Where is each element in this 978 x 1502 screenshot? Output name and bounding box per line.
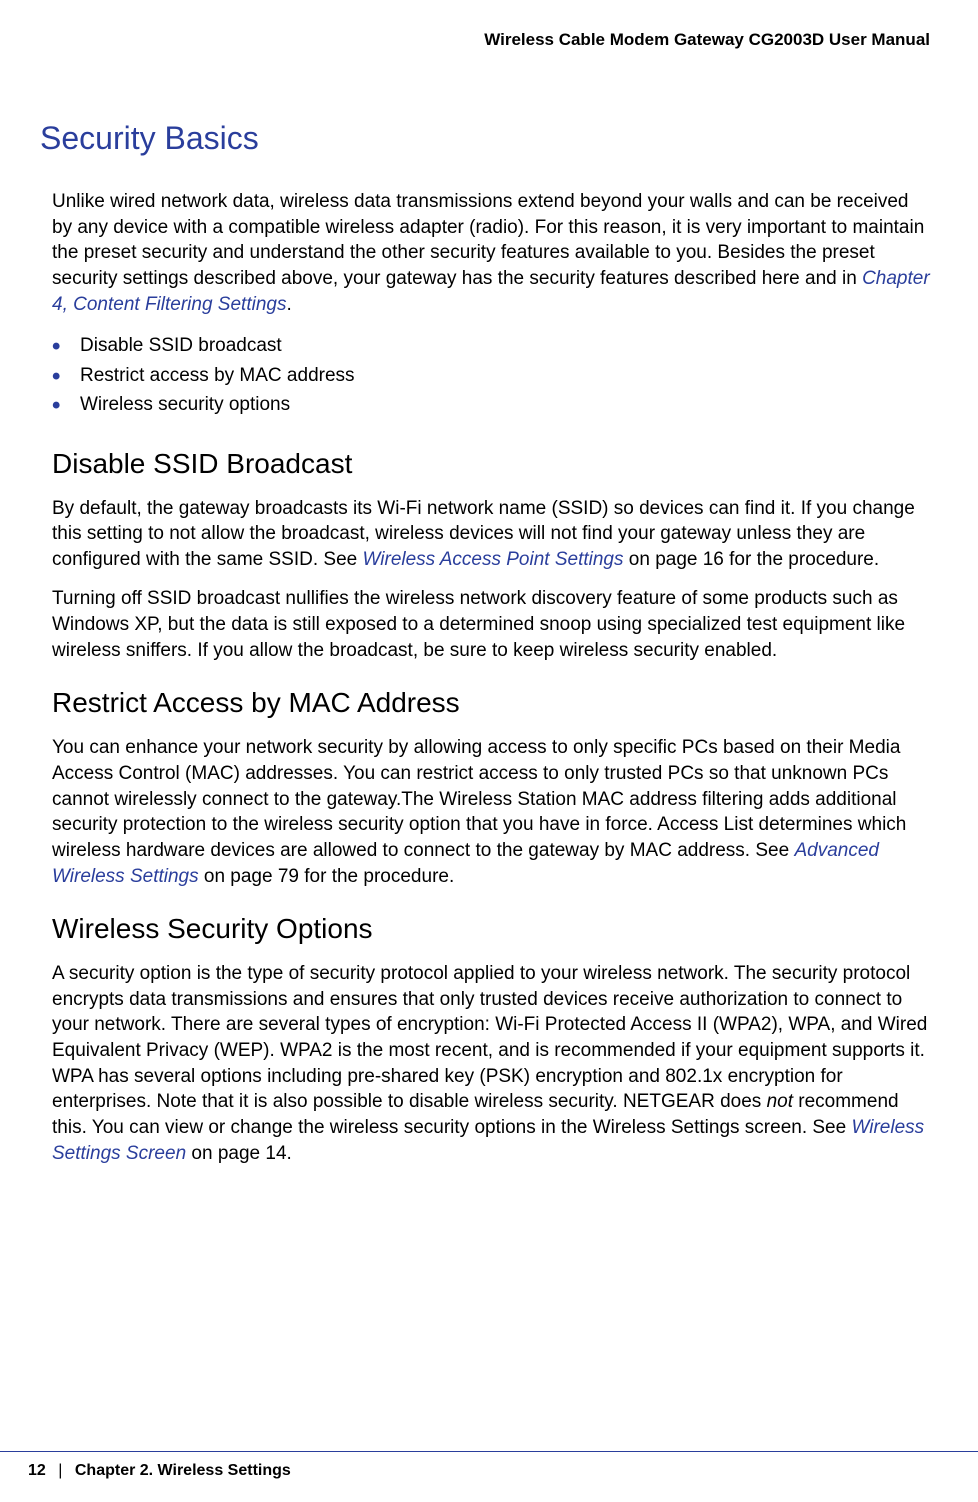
ssid-paragraph-2: Turning off SSID broadcast nullifies the… bbox=[40, 586, 938, 663]
feature-bullet-list: Disable SSID broadcast Restrict access b… bbox=[40, 331, 938, 419]
italic-not: not bbox=[767, 1091, 793, 1112]
text: on page 14. bbox=[186, 1143, 292, 1164]
page-title: Security Basics bbox=[40, 120, 938, 157]
intro-text-before: Unlike wired network data, wireless data… bbox=[52, 191, 924, 289]
doc-header-title: Wireless Cable Modem Gateway CG2003D Use… bbox=[40, 30, 938, 50]
heading-wireless-security: Wireless Security Options bbox=[52, 913, 938, 945]
text: on page 79 for the procedure. bbox=[199, 866, 455, 887]
mac-paragraph: You can enhance your network security by… bbox=[40, 735, 938, 889]
heading-restrict-mac: Restrict Access by MAC Address bbox=[52, 687, 938, 719]
list-item: Wireless security options bbox=[52, 390, 938, 419]
ssid-paragraph-1: By default, the gateway broadcasts its W… bbox=[40, 496, 938, 573]
link-wireless-ap-settings[interactable]: Wireless Access Point Settings bbox=[363, 549, 624, 570]
page-footer: 12 | Chapter 2. Wireless Settings bbox=[0, 1451, 978, 1480]
intro-paragraph: Unlike wired network data, wireless data… bbox=[40, 189, 938, 317]
security-paragraph: A security option is the type of securit… bbox=[40, 961, 938, 1166]
heading-disable-ssid: Disable SSID Broadcast bbox=[52, 448, 938, 480]
text: You can enhance your network security by… bbox=[52, 737, 906, 861]
footer-chapter: Chapter 2. Wireless Settings bbox=[75, 1462, 291, 1479]
footer-separator: | bbox=[58, 1462, 62, 1479]
text: on page 16 for the procedure. bbox=[624, 549, 880, 570]
list-item: Restrict access by MAC address bbox=[52, 361, 938, 390]
list-item: Disable SSID broadcast bbox=[52, 331, 938, 360]
footer-page-number: 12 bbox=[28, 1462, 46, 1479]
intro-text-after: . bbox=[286, 294, 291, 315]
